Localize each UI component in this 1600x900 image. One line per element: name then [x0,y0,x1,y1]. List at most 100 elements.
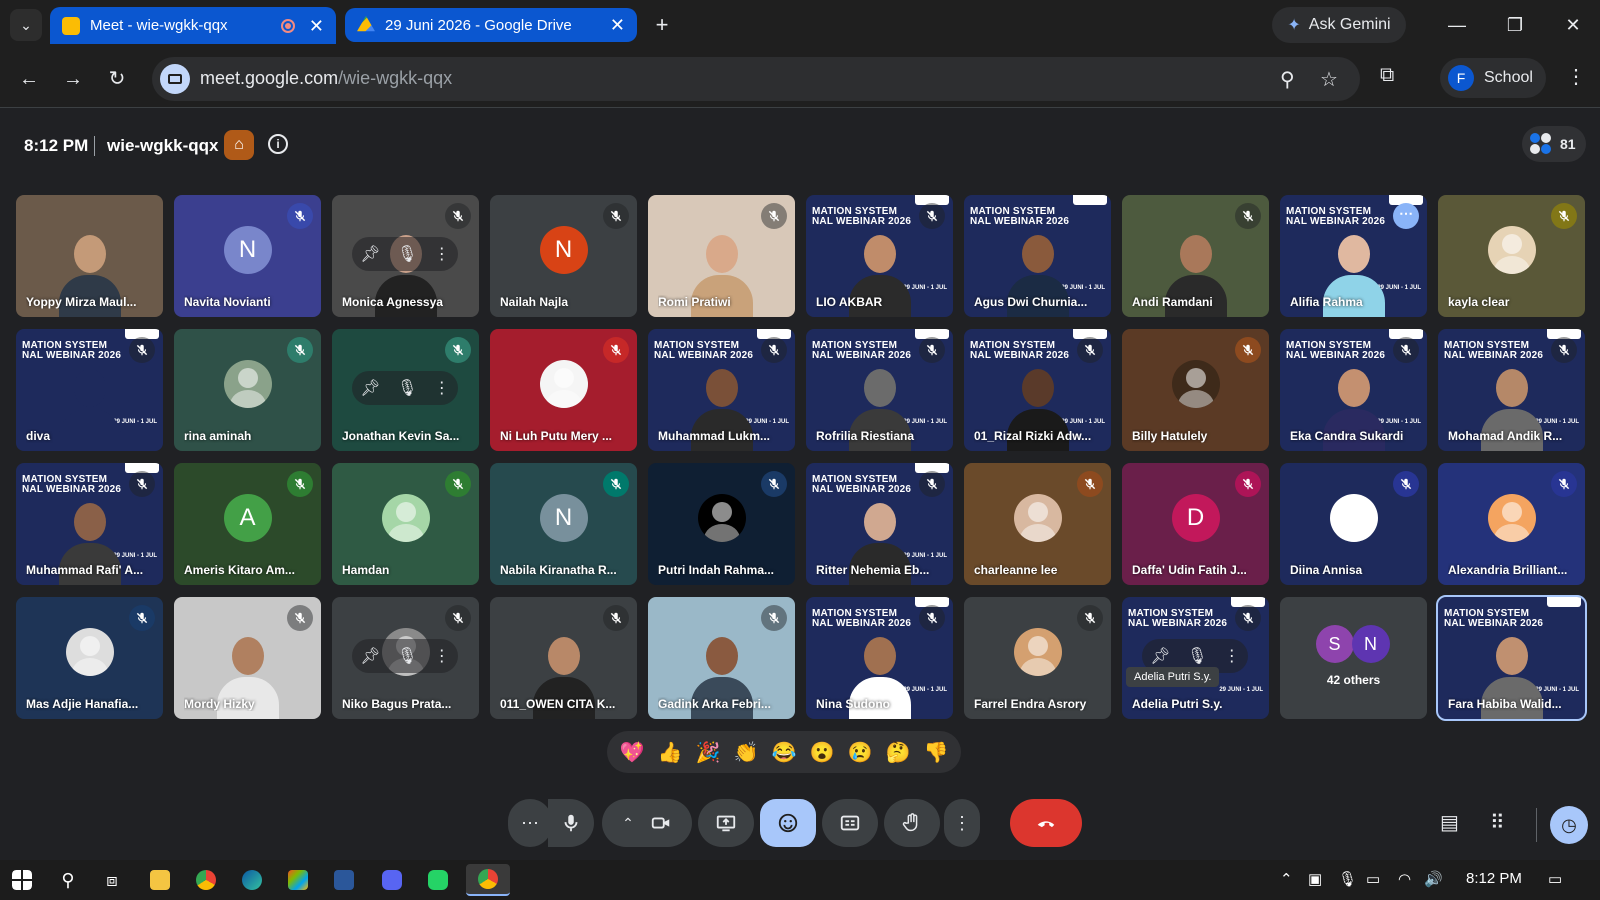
participant-tile[interactable]: MATION SYSTEM NAL WEBINAR 2026 29 JUNI - 1… [1280,195,1427,317]
pin-icon[interactable]: 📌︎ [360,244,380,264]
bookmark-star-icon[interactable]: ☆ [1320,67,1338,92]
reaction-emoji[interactable]: 😮 [810,740,835,765]
participant-tile[interactable]: Andi Ramdani [1122,195,1269,317]
more-reactions-button[interactable]: ⋯ [508,799,552,847]
participant-tile[interactable]: Mas Adjie Hanafia... [16,597,163,719]
participant-tile[interactable]: Hamdan [332,463,479,585]
browser-menu-icon[interactable]: ⋮ [1566,64,1586,89]
reaction-emoji[interactable]: 👎 [924,740,949,765]
tab-search-button[interactable]: ⌄ [10,9,42,41]
participant-tile[interactable]: Gadink Arka Febri... [648,597,795,719]
more-options-button[interactable]: ⋮ [944,799,980,847]
participant-tile[interactable]: Farrel Endra Asrory [964,597,1111,719]
participant-tile[interactable]: MATION SYSTEM NAL WEBINAR 2026 29 JUNI - 1… [806,329,953,451]
reaction-emoji[interactable]: 👏 [734,740,759,765]
battery-icon[interactable]: ▭ [1366,870,1380,888]
participant-tile[interactable]: Billy Hatulely [1122,329,1269,451]
participant-tile[interactable]: MATION SYSTEM NAL WEBINAR 2026 29 JUNI - 1… [1122,597,1269,719]
participant-tile[interactable]: Putri Indah Rahma... [648,463,795,585]
captions-button[interactable] [822,799,878,847]
more-options-icon[interactable]: ⋮ [1224,646,1240,666]
meet-tray-icon[interactable]: ▣ [1308,870,1322,888]
discord-icon[interactable] [372,864,412,896]
people-button[interactable]: 81 [1522,126,1586,162]
more-icon[interactable]: ⋯ [1393,203,1419,229]
participant-tile[interactable]: kayla clear [1438,195,1585,317]
present-button[interactable] [698,799,754,847]
participant-tile[interactable]: MATION SYSTEM NAL WEBINAR 2026 29 JUNI - 1… [16,329,163,451]
reaction-emoji[interactable]: 🎉 [696,740,721,765]
notifications-icon[interactable]: ▭ [1548,870,1562,888]
participant-tile[interactable]: MATION SYSTEM NAL WEBINAR 2026 29 JUNI - 1… [964,329,1111,451]
more-options-icon[interactable]: ⋮ [434,646,450,666]
search-icon[interactable]: ⚲ [48,864,88,896]
mute-icon[interactable]: 🎙︎ [397,378,417,398]
chat-icon[interactable]: ▤ [1440,810,1459,835]
pin-icon[interactable]: 📌︎ [360,646,380,666]
chrome-icon[interactable] [186,864,226,896]
microphone-tray-icon[interactable]: 🎙 [1338,870,1357,888]
taskbar-clock[interactable]: 8:12 PM [1466,870,1522,887]
participant-tile[interactable]: Yoppy Mirza Maul... [16,195,163,317]
reaction-emoji[interactable]: 💖 [620,740,645,765]
restore-button[interactable]: ❐ [1500,10,1530,40]
participant-tile[interactable]: charleanne lee [964,463,1111,585]
meeting-info-icon[interactable]: i [268,134,288,154]
leave-call-button[interactable] [1010,799,1082,847]
reaction-emoji[interactable]: 😂 [772,740,797,765]
chevron-up-icon[interactable]: ⌃ [1280,870,1293,888]
participant-tile[interactable]: N Navita Novianti [174,195,321,317]
back-button[interactable]: ← [14,64,44,94]
forward-button[interactable]: → [58,64,88,94]
wifi-icon[interactable]: ◠ [1398,870,1411,888]
participant-tile[interactable]: MATION SYSTEM NAL WEBINAR 2026 29 JUNI - 1… [1436,595,1587,721]
task-view-icon[interactable]: ⧈ [92,864,132,896]
participant-tile[interactable]: MATION SYSTEM NAL WEBINAR 2026 29 JUNI - 1… [648,329,795,451]
edge-icon[interactable] [232,864,272,896]
participant-tile[interactable]: 📌︎ 🎙︎ ⋮ Monica Agnessya [332,195,479,317]
zoom-icon[interactable]: ⚲ [1280,67,1295,92]
participant-tile[interactable]: MATION SYSTEM NAL WEBINAR 2026 29 JUNI - 1… [964,195,1111,317]
participant-tile[interactable]: Mordy Hizky [174,597,321,719]
chevron-up-icon[interactable]: ⌃ [622,815,634,832]
host-controls-icon[interactable]: ⌂ [224,130,254,160]
start-icon[interactable] [2,864,42,896]
mute-icon[interactable]: 🎙︎ [397,244,417,264]
reaction-emoji[interactable]: 🤔 [886,740,911,765]
participant-tile[interactable]: Ni Luh Putu Mery ... [490,329,637,451]
participant-tile[interactable]: MATION SYSTEM NAL WEBINAR 2026 29 JUNI - 1… [1280,329,1427,451]
volume-icon[interactable]: 🔊 [1424,870,1443,888]
profile-button[interactable]: F School [1440,58,1546,98]
close-window-button[interactable]: ✕ [1558,10,1588,40]
pin-icon[interactable]: 📌︎ [360,378,380,398]
extensions-icon[interactable]: ⧉ [1380,64,1394,87]
reaction-emoji[interactable]: 😢 [848,740,873,765]
participant-tile[interactable]: 011_OWEN CITA K... [490,597,637,719]
photos-icon[interactable] [278,864,318,896]
minimize-button[interactable]: — [1442,10,1472,40]
participant-tile[interactable]: 📌︎ 🎙︎ ⋮ Jonathan Kevin Sa... [332,329,479,451]
mute-icon[interactable]: 🎙︎ [1187,646,1207,666]
participant-tile[interactable]: N Nailah Najla [490,195,637,317]
host-controls-clock-icon[interactable]: ◷ [1550,806,1588,844]
microphone-button[interactable] [548,799,594,847]
participant-tile[interactable]: A Ameris Kitaro Am... [174,463,321,585]
participant-tile[interactable]: MATION SYSTEM NAL WEBINAR 2026 29 JUNI - 1… [1438,329,1585,451]
more-options-icon[interactable]: ⋮ [434,378,450,398]
address-bar[interactable]: meet.google.com/wie-wgkk-qqx ⚲ ☆ [152,57,1360,101]
camera-button[interactable]: ⌃ [602,799,692,847]
whatsapp-icon[interactable] [418,864,458,896]
participant-tile[interactable]: Alexandria Brilliant... [1438,463,1585,585]
site-info-icon[interactable] [160,64,190,94]
participant-tile[interactable]: MATION SYSTEM NAL WEBINAR 2026 29 JUNI - 1… [16,463,163,585]
chrome-active-icon[interactable] [466,864,510,896]
participant-tile[interactable]: Romi Pratiwi [648,195,795,317]
participant-tile[interactable]: MATION SYSTEM NAL WEBINAR 2026 29 JUNI - 1… [806,463,953,585]
tab-drive[interactable]: 29 Juni 2026 - Google Drive ✕ [345,8,637,42]
close-tab-icon[interactable]: ✕ [309,17,324,35]
participant-tile[interactable]: D Daffa' Udin Fatih J... [1122,463,1269,585]
reaction-emoji[interactable]: 👍 [658,740,683,765]
others-tile[interactable]: S N 42 others [1280,597,1427,719]
participant-tile[interactable]: rina aminah [174,329,321,451]
participant-tile[interactable]: MATION SYSTEM NAL WEBINAR 2026 29 JUNI - 1… [806,597,953,719]
